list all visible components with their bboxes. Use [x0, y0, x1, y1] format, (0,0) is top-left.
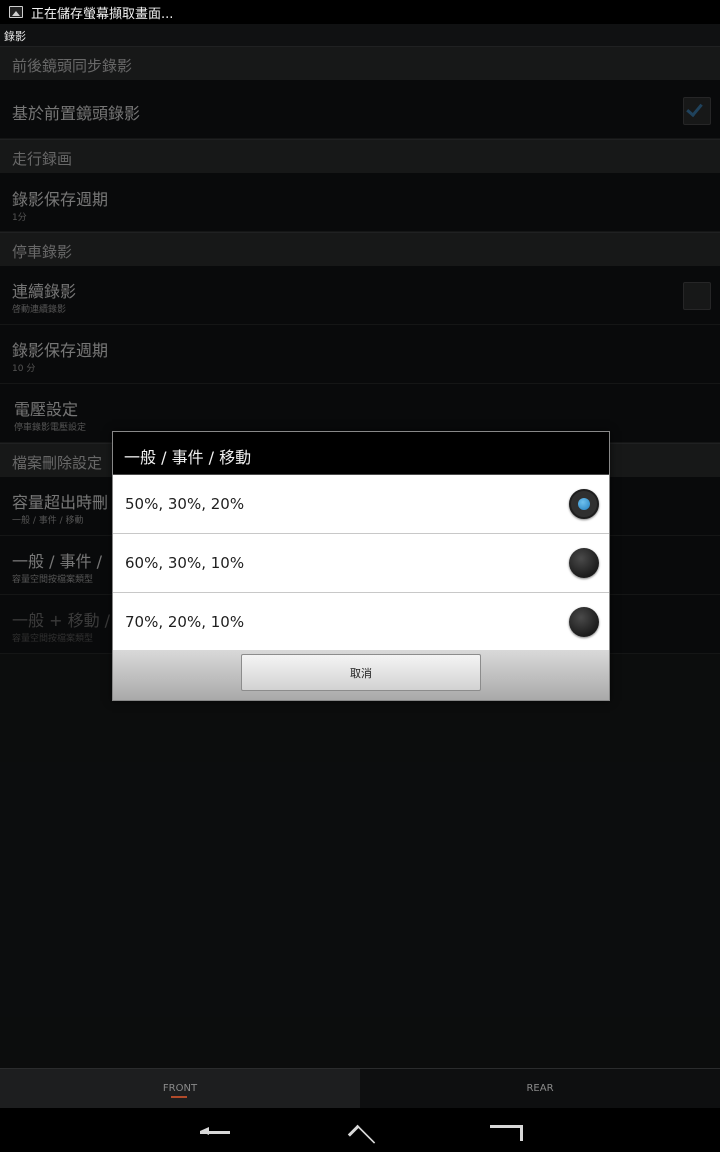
recent-apps-icon[interactable] [490, 1118, 523, 1142]
status-text: 正在儲存螢幕擷取畫面... [31, 6, 174, 22]
radio-button[interactable] [569, 607, 599, 637]
tab-label: REAR [526, 1083, 554, 1094]
option-label: 70%, 20%, 10% [125, 613, 245, 631]
home-icon[interactable] [344, 1118, 376, 1142]
tab-front[interactable]: FRONT [0, 1069, 360, 1108]
status-bar: 正在儲存螢幕擷取畫面... [0, 0, 720, 24]
tab-rear[interactable]: REAR [360, 1069, 720, 1108]
image-icon [9, 6, 23, 18]
page-title: 錄影 [0, 24, 720, 46]
radio-dot-icon [578, 498, 590, 510]
navigation-bar [0, 1108, 720, 1152]
radio-button[interactable] [569, 548, 599, 578]
option-60-30-10[interactable]: 60%, 30%, 10% [113, 534, 609, 593]
option-70-20-10[interactable]: 70%, 20%, 10% [113, 593, 609, 652]
radio-button-selected[interactable] [569, 489, 599, 519]
cancel-button[interactable]: 取消 [241, 654, 481, 691]
ratio-dialog: 一般 / 事件 / 移動 50%, 30%, 20% 60%, 30%, 10%… [112, 431, 610, 701]
dialog-title: 一般 / 事件 / 移動 [113, 432, 609, 475]
tab-label: FRONT [162, 1083, 198, 1094]
back-icon[interactable] [200, 1118, 230, 1142]
active-tab-indicator [171, 1096, 187, 1098]
option-label: 60%, 30%, 10% [125, 554, 245, 572]
dialog-footer: 取消 [113, 650, 609, 700]
camera-tabs: FRONT REAR [0, 1068, 720, 1108]
option-label: 50%, 30%, 20% [125, 495, 245, 513]
option-50-30-20[interactable]: 50%, 30%, 20% [113, 475, 609, 534]
